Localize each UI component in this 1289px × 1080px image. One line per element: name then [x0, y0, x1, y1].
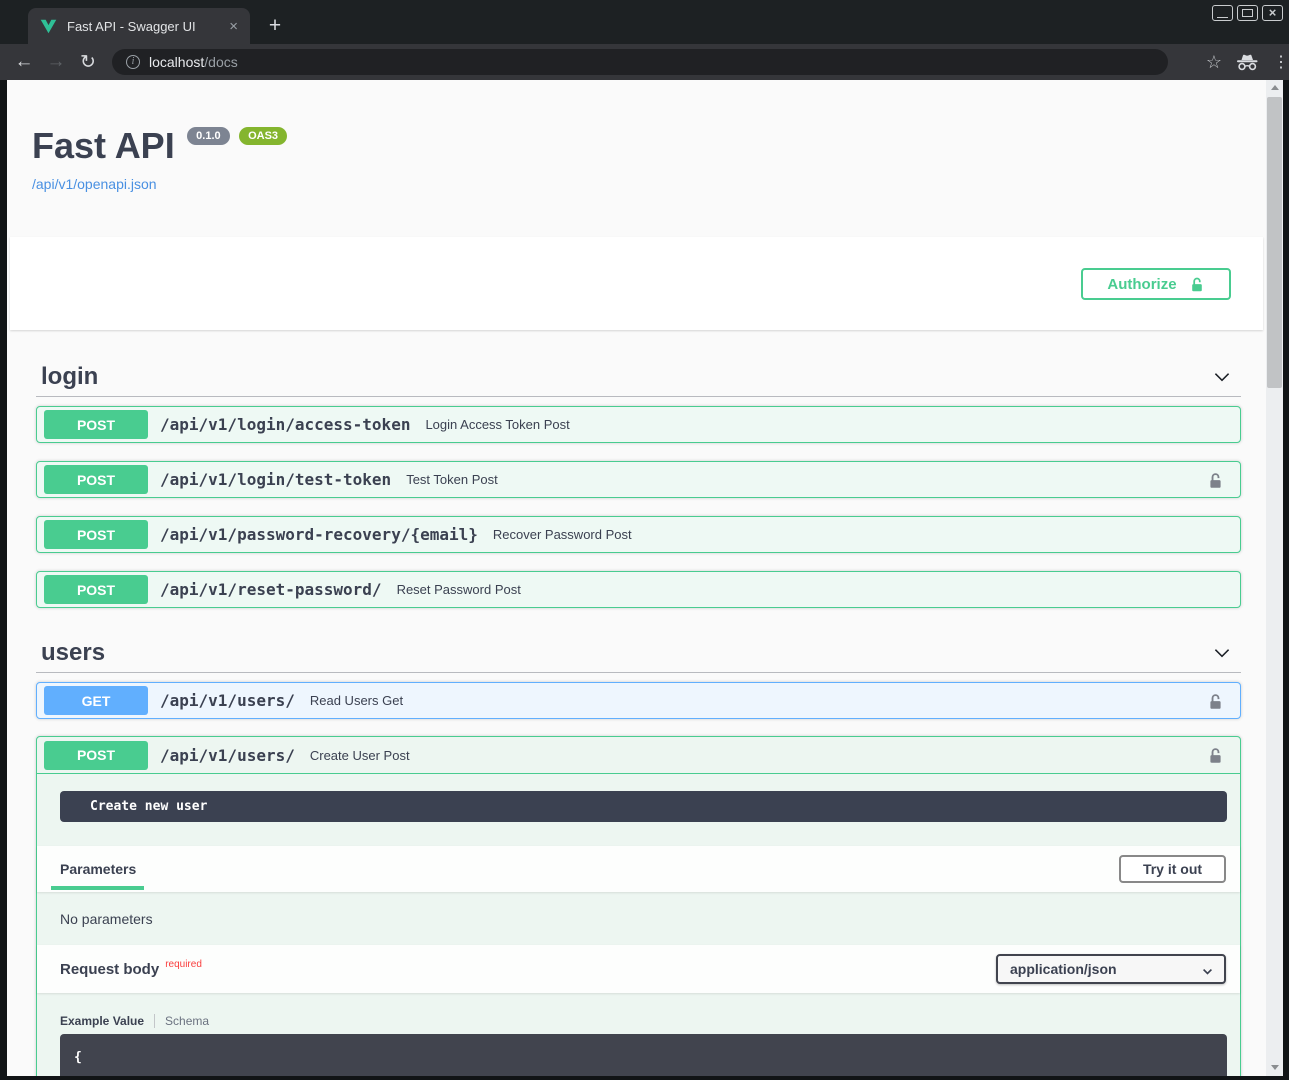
- collapse-chevron-icon[interactable]: [1211, 642, 1233, 664]
- scroll-down-arrow[interactable]: [1266, 1060, 1283, 1074]
- incognito-icon: [1236, 54, 1259, 71]
- operation-path: /api/v1/users/: [160, 746, 295, 765]
- operation-row[interactable]: POST /api/v1/login/access-token Login Ac…: [36, 406, 1241, 443]
- operation-summary: Read Users Get: [310, 693, 403, 708]
- chevron-down-icon: [1201, 965, 1214, 978]
- operation-row[interactable]: POST /api/v1/login/test-token Test Token…: [36, 461, 1241, 498]
- operation-row[interactable]: POST /api/v1/reset-password/ Reset Passw…: [36, 571, 1241, 608]
- schema-tab[interactable]: Schema: [165, 1014, 209, 1028]
- try-it-out-button[interactable]: Try it out: [1119, 855, 1226, 883]
- example-code-block: {: [60, 1034, 1227, 1076]
- bookmark-star-icon[interactable]: ☆: [1206, 52, 1222, 73]
- unlocked-padlock-icon[interactable]: [1207, 472, 1224, 489]
- new-tab-button[interactable]: +: [262, 14, 288, 40]
- window-close-button[interactable]: [1262, 5, 1283, 21]
- method-badge: POST: [44, 520, 148, 549]
- no-parameters-text: No parameters: [37, 892, 1240, 945]
- opblock-expanded-create-user: POST /api/v1/users/ Create User Post Cre…: [36, 736, 1241, 1076]
- request-body-header: Request bodyrequired application/json: [37, 945, 1240, 993]
- parameters-header: Parameters Try it out: [37, 846, 1240, 892]
- tag-header[interactable]: users: [36, 633, 1241, 673]
- tag-header[interactable]: login: [36, 357, 1241, 397]
- back-button[interactable]: ←: [8, 51, 40, 73]
- method-badge: POST: [44, 575, 148, 604]
- oas3-badge: OAS3: [239, 127, 287, 145]
- request-body-label: Request bodyrequired: [60, 961, 202, 978]
- tag-name: users: [41, 639, 105, 667]
- operation-header-row[interactable]: POST /api/v1/users/ Create User Post: [37, 737, 1240, 774]
- code-line: {: [74, 1050, 82, 1065]
- reload-button[interactable]: ↻: [72, 51, 104, 74]
- operation-row[interactable]: POST /api/v1/password-recovery/{email} R…: [36, 516, 1241, 553]
- collapse-chevron-icon[interactable]: [1211, 366, 1233, 388]
- method-badge: GET: [44, 686, 148, 715]
- url-text: localhost/docs: [149, 54, 238, 70]
- browser-window: Fast API - Swagger UI × + ← → ↻ i localh…: [0, 0, 1289, 1080]
- version-badge: 0.1.0: [187, 127, 229, 145]
- openapi-spec-link[interactable]: /api/v1/openapi.json: [32, 176, 292, 192]
- model-example-tabs: Example Value Schema: [60, 1014, 1240, 1028]
- authorize-button[interactable]: Authorize: [1081, 268, 1231, 300]
- vertical-scrollbar[interactable]: [1266, 80, 1283, 1076]
- window-maximize-button[interactable]: [1237, 5, 1258, 21]
- toolbar: ← → ↻ i localhost/docs: [0, 44, 1289, 80]
- tag-section-users: users GET /api/v1/users/ Read Users Get: [36, 633, 1241, 737]
- scheme-container: Authorize: [10, 237, 1263, 330]
- method-badge: POST: [44, 465, 148, 494]
- site-info-icon[interactable]: i: [126, 55, 140, 69]
- operation-path: /api/v1/password-recovery/{email}: [160, 525, 478, 544]
- menu-dots-icon[interactable]: ⋮: [1273, 52, 1283, 72]
- operations-list: POST /api/v1/login/access-token Login Ac…: [36, 397, 1241, 608]
- operation-summary: Test Token Post: [406, 472, 498, 487]
- operation-summary: Reset Password Post: [397, 582, 521, 597]
- unlocked-padlock-icon[interactable]: [1207, 693, 1224, 710]
- unlocked-padlock-icon[interactable]: [1207, 747, 1224, 764]
- browser-tab[interactable]: Fast API - Swagger UI ×: [28, 8, 250, 44]
- content-type-select[interactable]: application/json: [996, 954, 1226, 984]
- tab-close-icon[interactable]: ×: [225, 17, 242, 36]
- window-minimize-button[interactable]: [1212, 5, 1233, 21]
- operation-path: /api/v1/reset-password/: [160, 580, 382, 599]
- parameters-tab[interactable]: Parameters: [51, 848, 144, 890]
- required-label: required: [165, 959, 202, 970]
- tab-divider: [154, 1014, 155, 1028]
- operation-summary: Recover Password Post: [493, 527, 632, 542]
- operation-path: /api/v1/users/: [160, 691, 295, 710]
- operation-description: Create new user: [60, 791, 1227, 822]
- scroll-thumb[interactable]: [1267, 97, 1282, 388]
- operation-path: /api/v1/login/access-token: [160, 415, 410, 434]
- operation-summary: Create User Post: [310, 748, 410, 763]
- method-badge: POST: [44, 741, 148, 770]
- operation-row[interactable]: GET /api/v1/users/ Read Users Get: [36, 682, 1241, 719]
- scroll-up-arrow[interactable]: [1266, 80, 1283, 94]
- api-title: Fast API: [32, 125, 175, 166]
- operations-list: GET /api/v1/users/ Read Users Get: [36, 673, 1241, 719]
- example-value-tab[interactable]: Example Value: [60, 1014, 144, 1028]
- tag-section-login: login POST /api/v1/login/access-token Lo…: [36, 357, 1241, 626]
- method-badge: POST: [44, 410, 148, 439]
- operation-summary: Login Access Token Post: [425, 417, 569, 432]
- forward-button[interactable]: →: [40, 51, 72, 73]
- fastapi-favicon-v-icon: [40, 19, 57, 34]
- swagger-page: Fast API 0.1.0 OAS3 /api/v1/openapi.json…: [7, 80, 1266, 1076]
- tab-title: Fast API - Swagger UI: [67, 19, 225, 34]
- tag-name: login: [41, 363, 98, 391]
- titlebar: Fast API - Swagger UI × +: [0, 0, 1289, 44]
- omnibox[interactable]: i localhost/docs: [112, 49, 1168, 75]
- unlocked-padlock-icon: [1189, 276, 1205, 293]
- operation-path: /api/v1/login/test-token: [160, 470, 391, 489]
